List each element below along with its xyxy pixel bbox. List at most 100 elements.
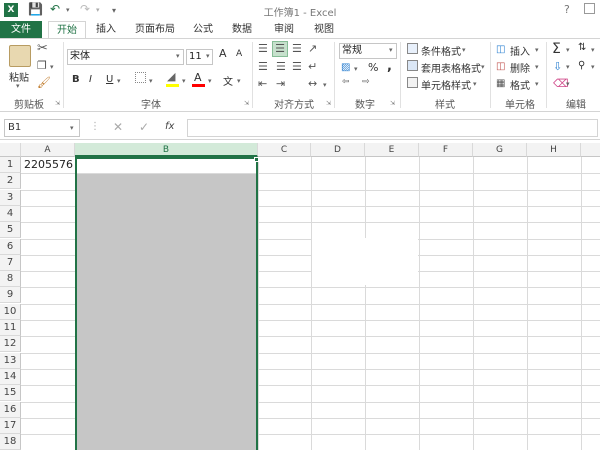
conditional-format-button[interactable]: 条件格式	[421, 43, 461, 58]
bold-button[interactable]: B	[72, 74, 80, 85]
col-header-d[interactable]: D	[311, 143, 365, 157]
italic-button[interactable]: I	[89, 74, 92, 85]
font-launcher-icon[interactable]: ⇲	[244, 100, 249, 107]
tab-view[interactable]: 视图	[306, 21, 342, 39]
col-header-c[interactable]: C	[258, 143, 311, 157]
format-cells-dropdown-icon[interactable]: ▾	[535, 80, 539, 88]
tab-review[interactable]: 审阅	[266, 21, 302, 39]
format-cells-icon[interactable]: ▦	[496, 78, 505, 89]
find-select-icon[interactable]: ⚲	[578, 60, 585, 71]
font-color-dropdown-icon[interactable]: ▾	[208, 77, 212, 85]
row-header-15[interactable]: 15	[0, 385, 21, 402]
cell-styles-icon[interactable]	[407, 77, 418, 88]
insert-cells-dropdown-icon[interactable]: ▾	[535, 46, 539, 54]
format-as-table-icon[interactable]	[407, 60, 418, 71]
clipboard-launcher-icon[interactable]: ⇲	[55, 100, 60, 107]
format-painter-icon[interactable]: 🖌	[37, 76, 51, 89]
row-header-17[interactable]: 17	[0, 417, 21, 434]
row-header-18[interactable]: 18	[0, 434, 21, 450]
tab-formulas[interactable]: 公式	[186, 21, 220, 39]
enter-icon[interactable]: ✓	[139, 120, 149, 134]
name-box[interactable]: B1	[4, 119, 80, 137]
increase-decimal-icon[interactable]: ⇦	[342, 77, 350, 87]
row-header-1[interactable]: 1	[0, 157, 21, 173]
delete-cells-button[interactable]: 删除	[510, 60, 530, 75]
align-bottom-icon[interactable]: ☰	[292, 42, 302, 55]
format-as-table-dropdown-icon[interactable]: ▾	[481, 63, 485, 71]
tab-data[interactable]: 数据	[224, 21, 260, 39]
row-header-16[interactable]: 16	[0, 401, 21, 418]
underline-dropdown-icon[interactable]: ▾	[117, 77, 121, 85]
row-header-5[interactable]: 5	[0, 222, 21, 239]
decrease-decimal-icon[interactable]: ⇨	[362, 77, 370, 87]
delete-cells-icon[interactable]: ◫	[496, 61, 505, 72]
tab-insert[interactable]: 插入	[88, 21, 124, 39]
paste-icon[interactable]	[9, 45, 31, 67]
row-header-6[interactable]: 6	[0, 238, 21, 255]
col-header-h[interactable]: H	[527, 143, 581, 157]
align-right-icon[interactable]: ☰	[292, 60, 302, 73]
clear-dropdown-icon[interactable]: ▾	[566, 80, 570, 88]
insert-function-icon[interactable]: fx	[165, 121, 174, 132]
autosum-dropdown-icon[interactable]: ▾	[566, 46, 570, 54]
insert-cells-icon[interactable]: ◫	[496, 44, 505, 55]
cut-icon[interactable]: ✂	[37, 41, 48, 56]
row-header-2[interactable]: 2	[0, 173, 21, 190]
alignment-launcher-icon[interactable]: ⇲	[326, 100, 331, 107]
row-header-4[interactable]: 4	[0, 205, 21, 222]
align-left-icon[interactable]: ☰	[258, 60, 268, 73]
font-color-button[interactable]: A	[194, 71, 202, 84]
row-header-11[interactable]: 11	[0, 320, 21, 336]
percent-button[interactable]: %	[368, 61, 378, 74]
select-all-corner[interactable]	[0, 143, 21, 157]
paste-dropdown-icon[interactable]: ▾	[16, 82, 20, 90]
number-format-dropdown-icon[interactable]: ▾	[389, 46, 393, 54]
copy-dropdown-icon[interactable]: ▾	[50, 63, 54, 71]
borders-icon[interactable]	[135, 72, 146, 83]
col-header-a[interactable]: A	[21, 143, 75, 157]
fill-color-icon[interactable]: ◢	[167, 70, 175, 83]
fill-handle[interactable]	[254, 157, 259, 162]
font-size-dropdown-icon[interactable]: ▾	[206, 52, 210, 60]
conditional-format-dropdown-icon[interactable]: ▾	[462, 46, 466, 54]
insert-cells-button[interactable]: 插入	[510, 43, 530, 58]
conditional-format-icon[interactable]	[407, 43, 418, 54]
currency-dropdown-icon[interactable]: ▾	[354, 65, 358, 73]
align-middle-icon[interactable]: ☰	[272, 41, 288, 57]
find-select-dropdown-icon[interactable]: ▾	[591, 63, 595, 71]
row-header-3[interactable]: 3	[0, 189, 21, 206]
align-center-icon[interactable]: ☰	[276, 60, 286, 73]
tab-page-layout[interactable]: 页面布局	[130, 21, 180, 39]
cancel-icon[interactable]: ✕	[113, 120, 123, 134]
borders-dropdown-icon[interactable]: ▾	[149, 77, 153, 85]
increase-indent-icon[interactable]: ⇥	[276, 77, 285, 90]
col-header-e[interactable]: E	[365, 143, 419, 157]
shrink-font-button[interactable]: A	[236, 49, 242, 59]
delete-cells-dropdown-icon[interactable]: ▾	[535, 63, 539, 71]
col-header-f[interactable]: F	[419, 143, 473, 157]
phonetic-dropdown-icon[interactable]: ▾	[237, 77, 241, 85]
col-header-b[interactable]: B	[75, 143, 258, 157]
merge-dropdown-icon[interactable]: ▾	[323, 81, 327, 89]
autosum-icon[interactable]: Σ	[552, 41, 561, 57]
font-name-select[interactable]: 宋体	[67, 49, 184, 65]
decrease-indent-icon[interactable]: ⇤	[258, 77, 267, 90]
format-cells-button[interactable]: 格式	[510, 77, 530, 92]
col-header-g[interactable]: G	[473, 143, 527, 157]
tab-file[interactable]: 文件	[0, 21, 42, 39]
row-header-7[interactable]: 7	[0, 254, 21, 271]
merge-center-icon[interactable]: ↔	[308, 77, 317, 90]
formula-input[interactable]	[187, 119, 598, 137]
number-launcher-icon[interactable]: ⇲	[390, 100, 395, 107]
ribbon-display-icon[interactable]	[584, 3, 595, 14]
copy-icon[interactable]: ❐	[37, 59, 47, 72]
underline-button[interactable]: U	[106, 74, 113, 85]
comma-button[interactable]: ,	[387, 59, 392, 74]
fill-icon[interactable]: ⇩	[553, 60, 562, 73]
currency-icon[interactable]: ▨	[341, 62, 350, 73]
wrap-text-icon[interactable]: ↵	[308, 60, 317, 73]
row-header-12[interactable]: 12	[0, 336, 21, 353]
cell-styles-dropdown-icon[interactable]: ▾	[473, 80, 477, 88]
fill-dropdown-icon[interactable]: ▾	[566, 63, 570, 71]
phonetic-guide-button[interactable]: 文	[223, 73, 233, 88]
